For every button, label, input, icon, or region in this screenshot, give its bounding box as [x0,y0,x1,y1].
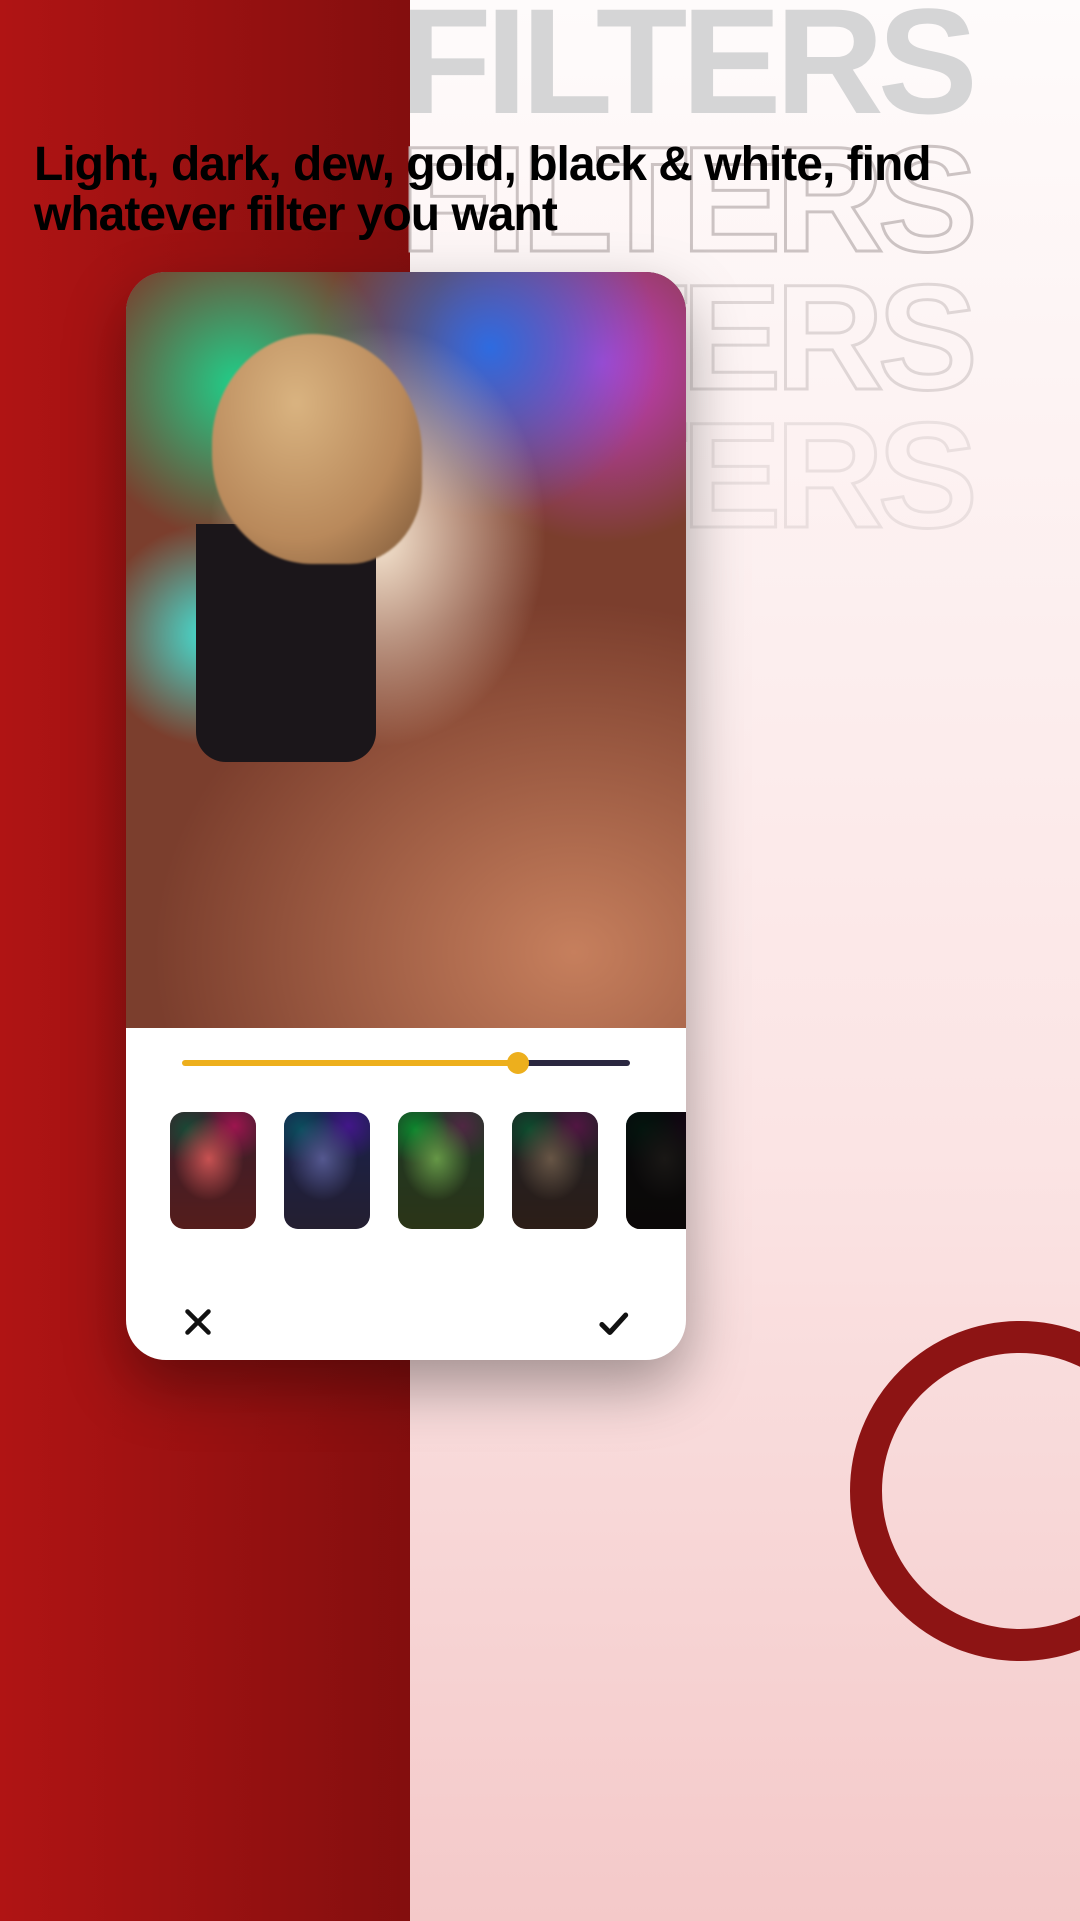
filter-thumbnail-red[interactable] [170,1112,256,1229]
slider-knob[interactable] [507,1052,529,1074]
editor-action-bar [126,1304,686,1342]
close-icon [180,1304,216,1340]
check-icon [594,1304,632,1342]
filter-thumbnail-sepia[interactable] [512,1112,598,1229]
filters-wordmark: FILTERS [400,0,972,130]
cancel-button[interactable] [180,1304,216,1342]
filter-thumbnail-blue[interactable] [284,1112,370,1229]
confirm-button[interactable] [594,1304,632,1342]
photo-preview[interactable] [126,272,686,1028]
promo-headline: Light, dark, dew, gold, black & white, f… [34,140,1020,241]
editor-card [126,272,686,1360]
filter-thumbnail-green[interactable] [398,1112,484,1229]
filter-thumbnail-bw[interactable] [626,1112,686,1229]
slider-track [182,1060,630,1066]
filter-intensity-slider[interactable] [182,1052,630,1074]
filter-thumbnail-row [126,1074,686,1229]
